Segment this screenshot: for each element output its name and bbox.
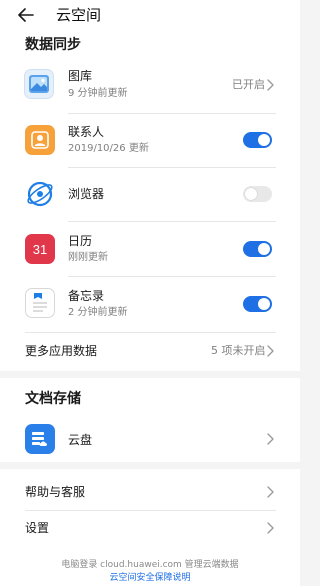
divider [68,276,276,277]
divider [25,332,276,333]
sync-toggle-calendar[interactable] [243,241,272,257]
sync-row-contacts[interactable]: 联系人 2019/10/26 更新 [0,120,300,160]
sync-row-notes[interactable]: 备忘录 2 分钟前更新 [0,283,300,323]
gallery-icon [24,69,54,99]
cloud-drive-icon [25,424,55,454]
back-arrow-icon [18,8,34,22]
page-title: 云空间 [56,6,102,24]
divider [25,510,276,511]
notes-icon [25,288,55,318]
sync-item-label: 图库 [68,69,93,83]
section-title-data-sync: 数据同步 [25,37,81,53]
section-title-doc-storage: 文档存储 [25,391,81,407]
divider [68,221,276,222]
sync-item-subtitle: 2 分钟前更新 [68,307,128,318]
sync-item-label: 备忘录 [68,289,105,303]
sync-row-gallery[interactable]: 图库 9 分钟前更新 已开启 [0,66,300,106]
divider [68,167,276,168]
sync-item-label: 浏览器 [68,187,105,201]
sync-row-browser[interactable]: 浏览器 [0,174,300,214]
sync-item-label: 联系人 [68,125,105,139]
sync-toggle-browser[interactable] [243,186,272,202]
sync-item-label: 日历 [68,234,93,248]
chevron-right-icon [267,79,274,91]
sync-row-calendar[interactable]: 31 日历 刚刚更新 [0,228,300,268]
chevron-right-icon [267,486,274,498]
sync-item-subtitle: 刚刚更新 [68,252,108,263]
calendar-icon: 31 [25,234,55,264]
cloud-drive-row[interactable]: 云盘 [0,420,300,458]
cloud-drive-label: 云盘 [68,433,93,447]
more-app-data-row[interactable]: 更多应用数据 5 项未开启 [0,338,300,364]
back-button[interactable] [18,4,46,26]
help-row[interactable]: 帮助与客服 [0,479,300,505]
sync-toggle-notes[interactable] [243,296,272,312]
calendar-icon-text: 31 [32,241,48,257]
chevron-right-icon [267,345,274,357]
sync-status-text: 已开启 [232,78,265,91]
more-app-data-label: 更多应用数据 [25,344,98,358]
browser-icon [24,178,56,210]
sync-item-subtitle: 2019/10/26 更新 [68,143,149,154]
more-app-data-status: 5 项未开启 [211,344,266,357]
footer-text: 电脑登录 cloud.huawei.com 管理云端数据 [61,560,239,570]
sync-item-subtitle: 9 分钟前更新 [68,88,128,99]
sync-toggle-contacts[interactable] [243,132,272,148]
security-info-link[interactable]: 云空间安全保障说明 [0,572,300,584]
contacts-icon [25,125,55,155]
chevron-right-icon [267,522,274,534]
settings-row[interactable]: 设置 [0,515,300,541]
divider [68,113,276,114]
chevron-right-icon [267,433,274,445]
settings-label: 设置 [25,521,50,535]
help-label: 帮助与客服 [25,485,86,499]
